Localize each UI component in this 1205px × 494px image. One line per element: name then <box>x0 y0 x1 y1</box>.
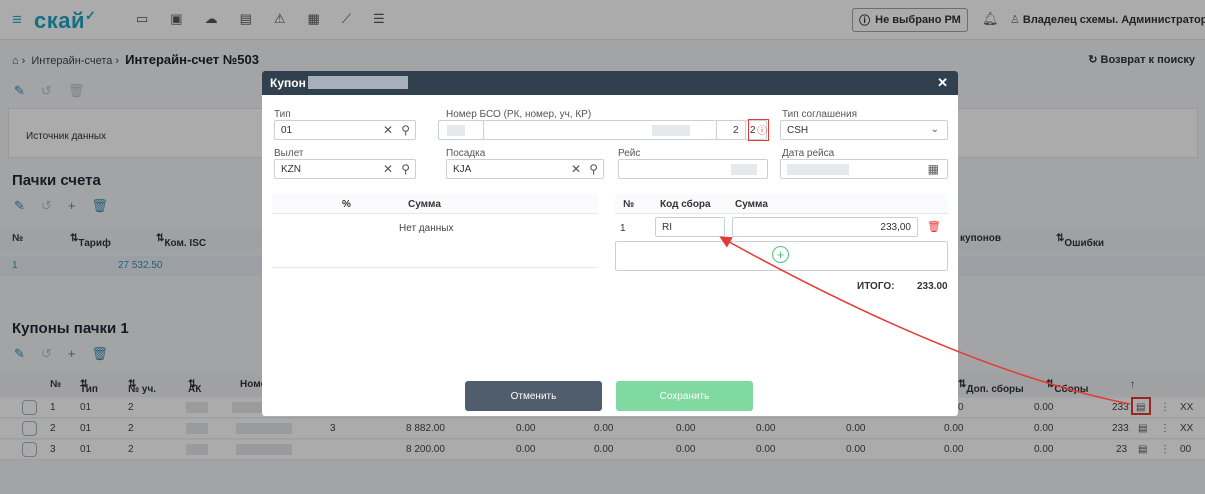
delete-fee-icon[interactable]: 🗑︎ <box>927 220 941 233</box>
departure-field[interactable]: KZN ✕ ⚲ <box>274 159 416 179</box>
bso-carrier-field[interactable] <box>438 120 484 140</box>
fees-table-header: № Код сбора Сумма <box>615 194 948 214</box>
close-icon[interactable]: ✕ <box>937 75 948 91</box>
fee-sum-field[interactable]: 233,00 <box>732 217 918 237</box>
redacted-coupon-number <box>308 76 408 89</box>
type-field[interactable]: 01 ✕ ⚲ <box>274 120 416 140</box>
clear-icon[interactable]: ✕ <box>383 123 393 137</box>
bso-number-field[interactable] <box>483 120 717 140</box>
search-icon[interactable]: ⚲ <box>401 123 410 137</box>
percent-table-body: Нет данных <box>272 214 598 268</box>
clear-icon[interactable]: ✕ <box>571 162 581 176</box>
flight-date-field[interactable]: ▦ <box>780 159 948 179</box>
calendar-icon[interactable]: ▦ <box>928 162 939 176</box>
add-fee-row: + <box>615 241 948 271</box>
fee-code-field[interactable]: RI <box>655 217 725 237</box>
search-icon[interactable]: ⚲ <box>401 162 410 176</box>
highlight-box <box>748 119 769 141</box>
dialog-title: Купон <box>270 76 306 90</box>
empty-state: Нет данных <box>399 223 454 234</box>
arrival-field[interactable]: KJA ✕ ⚲ <box>446 159 604 179</box>
clear-icon[interactable]: ✕ <box>383 162 393 176</box>
total-value: 233.00 <box>917 281 948 292</box>
chevron-down-icon: ⌄ <box>930 124 939 135</box>
total-label: ИТОГО: <box>857 281 895 292</box>
cancel-button[interactable]: Отменить <box>465 381 602 411</box>
dialog-header: Купон ✕ <box>262 71 958 95</box>
percent-table-header: % Сумма <box>272 194 598 214</box>
agreement-type-select[interactable]: CSH ⌄ <box>780 120 948 140</box>
flight-field[interactable] <box>618 159 768 179</box>
add-icon[interactable]: + <box>772 246 789 263</box>
coupon-dialog: Купон ✕ Тип 01 ✕ ⚲ Номер БСО (РК, номер,… <box>262 71 958 416</box>
search-icon[interactable]: ⚲ <box>589 162 598 176</box>
save-button[interactable]: Сохранить <box>616 381 753 411</box>
bso-segment-field[interactable]: 2 <box>716 120 746 140</box>
